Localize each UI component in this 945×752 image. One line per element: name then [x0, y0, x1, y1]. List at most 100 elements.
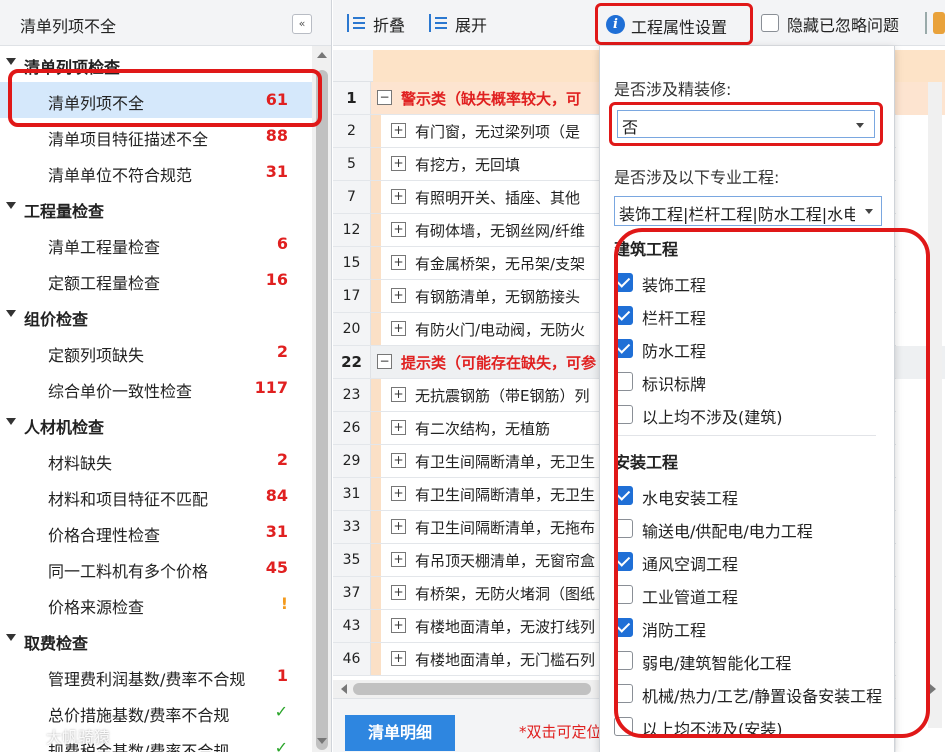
expand-toggle-icon[interactable]: +	[391, 123, 406, 138]
unchecked-checkbox-icon[interactable]	[614, 651, 633, 670]
specialty-option[interactable]: 机械/热力/工艺/静置设备安装工程	[614, 681, 884, 707]
specialty-option[interactable]: 栏杆工程	[614, 303, 884, 329]
left-vertical-scrollbar[interactable]	[312, 46, 331, 752]
expand-toggle-icon[interactable]: +	[391, 585, 406, 600]
issue-count-badge: 45	[265, 558, 288, 577]
expand-toggle-icon[interactable]: +	[391, 189, 406, 204]
expand-arrow-icon[interactable]	[6, 418, 16, 425]
issue-count-badge: 2	[276, 342, 288, 361]
tree-group[interactable]: 取费检查	[0, 622, 312, 658]
specialty-option[interactable]: 弱电/建筑智能化工程	[614, 648, 884, 674]
scroll-up-arrow-icon[interactable]	[317, 52, 327, 58]
expand-arrow-icon[interactable]	[6, 58, 16, 65]
scroll-left-arrow-icon[interactable]	[341, 684, 347, 694]
expand-toggle-icon[interactable]: +	[391, 420, 406, 435]
unchecked-checkbox-icon[interactable]	[614, 717, 633, 736]
expand-toggle-icon[interactable]: +	[391, 486, 406, 501]
hide-ignored-label[interactable]: 隐藏已忽略问题	[787, 12, 899, 36]
tree-item[interactable]: 材料和项目特征不匹配 84	[0, 478, 312, 514]
expand-arrow-icon[interactable]	[6, 634, 16, 641]
option-section-title: 建筑工程	[614, 240, 679, 259]
row-band	[371, 511, 381, 543]
scroll-thumb[interactable]	[316, 70, 328, 750]
specialty-option[interactable]: 水电安装工程	[614, 483, 884, 509]
specialty-option[interactable]: 消防工程	[614, 615, 884, 641]
right-vertical-scrollbar[interactable]	[928, 82, 942, 728]
chevron-down-icon[interactable]	[865, 209, 873, 214]
issue-count-badge: 88	[265, 126, 288, 145]
unchecked-checkbox-icon[interactable]	[614, 684, 633, 703]
expand-arrow-icon[interactable]	[6, 202, 16, 209]
row-number: 26	[333, 412, 371, 444]
scroll-right-arrow-icon[interactable]	[930, 684, 936, 694]
expand-toggle-icon[interactable]: +	[391, 552, 406, 567]
specialty-option[interactable]: 通风空调工程	[614, 549, 884, 575]
expand-arrow-icon[interactable]	[6, 310, 16, 317]
checked-checkbox-icon[interactable]	[614, 552, 633, 571]
collapse-panel-icon[interactable]: «	[292, 14, 312, 34]
tree-item[interactable]: 管理费利润基数/费率不合规 1	[0, 658, 312, 694]
specialty-option[interactable]: 标识标牌	[614, 369, 884, 395]
tree-item[interactable]: 价格来源检查!	[0, 586, 312, 622]
checked-checkbox-icon[interactable]	[614, 273, 633, 292]
tree-group[interactable]: 组价检查	[0, 298, 312, 334]
unchecked-checkbox-icon[interactable]	[614, 405, 633, 424]
tree-item[interactable]: 综合单价一致性检查 117	[0, 370, 312, 406]
hide-ignored-checkbox[interactable]	[761, 14, 779, 32]
bill-detail-button[interactable]: 清单明细	[345, 715, 455, 751]
checked-checkbox-icon[interactable]	[614, 618, 633, 637]
chevron-down-icon[interactable]	[856, 123, 864, 128]
fine-decoration-select[interactable]: 否	[617, 110, 875, 138]
expand-toggle-icon[interactable]: +	[391, 453, 406, 468]
project-attribute-settings-button[interactable]: i 工程属性设置	[595, 3, 753, 45]
collapse-toggle-icon[interactable]: −	[377, 90, 392, 105]
option-label: 防水工程	[642, 342, 707, 361]
specialty-option[interactable]: 工业管道工程	[614, 582, 884, 608]
fold-button[interactable]: 折叠	[347, 12, 417, 36]
option-label: 通风空调工程	[642, 555, 739, 574]
row-text: 有金属桥架，无吊架/支架	[415, 255, 586, 273]
expand-toggle-icon[interactable]: +	[391, 519, 406, 534]
tree-group[interactable]: 人材机检查	[0, 406, 312, 442]
row-number: 43	[333, 610, 371, 642]
tree-item-label: 管理费利润基数/费率不合规	[48, 670, 246, 689]
row-band	[371, 313, 381, 345]
row-number: 23	[333, 379, 371, 411]
tree-item[interactable]: 清单单位不符合规范 31	[0, 154, 312, 190]
expand-toggle-icon[interactable]: +	[391, 288, 406, 303]
expand-toggle-icon[interactable]: +	[391, 387, 406, 402]
scroll-down-arrow-icon[interactable]	[317, 738, 327, 744]
tree-group[interactable]: 工程量检查	[0, 190, 312, 226]
tree-item[interactable]: 材料缺失 2	[0, 442, 312, 478]
expand-toggle-icon[interactable]: +	[391, 222, 406, 237]
expand-toggle-icon[interactable]: +	[391, 255, 406, 270]
specialty-option[interactable]: 装饰工程	[614, 270, 884, 296]
specialty-option[interactable]: 以上均不涉及(安装)	[614, 714, 884, 740]
expand-toggle-icon[interactable]: +	[391, 156, 406, 171]
tree-item[interactable]: 定额工程量检查 16	[0, 262, 312, 298]
h-scroll-thumb[interactable]	[353, 683, 591, 695]
specialty-multiselect[interactable]: 装饰工程|栏杆工程|防水工程|水电	[614, 196, 882, 226]
collapse-toggle-icon[interactable]: −	[377, 354, 392, 369]
tree-item[interactable]: 定额列项缺失 2	[0, 334, 312, 370]
unchecked-checkbox-icon[interactable]	[614, 585, 633, 604]
unchecked-checkbox-icon[interactable]	[614, 372, 633, 391]
expand-toggle-icon[interactable]: +	[391, 618, 406, 633]
checked-checkbox-icon[interactable]	[614, 306, 633, 325]
expand-toggle-icon[interactable]: +	[391, 321, 406, 336]
expand-toggle-icon[interactable]: +	[391, 651, 406, 666]
tree-item[interactable]: 同一工料机有多个价格 45	[0, 550, 312, 586]
tree-item[interactable]: 价格合理性检查 31	[0, 514, 312, 550]
specialty-option[interactable]: 防水工程	[614, 336, 884, 362]
checked-checkbox-icon[interactable]	[614, 339, 633, 358]
checked-checkbox-icon[interactable]	[614, 486, 633, 505]
unfold-button[interactable]: 展开	[429, 12, 499, 36]
specialty-option[interactable]: 输送电/供配电/电力工程	[614, 516, 884, 542]
option-label: 弱电/建筑智能化工程	[642, 654, 792, 673]
specialty-option[interactable]: 以上均不涉及(建筑)	[614, 402, 884, 428]
tree-item-label: 清单项目特征描述不全	[48, 130, 209, 149]
tree-item[interactable]: 清单工程量检查 6	[0, 226, 312, 262]
unchecked-checkbox-icon[interactable]	[614, 519, 633, 538]
more-tools-icon[interactable]	[933, 12, 945, 34]
specialty-question: 是否涉及以下专业工程:	[614, 168, 780, 187]
